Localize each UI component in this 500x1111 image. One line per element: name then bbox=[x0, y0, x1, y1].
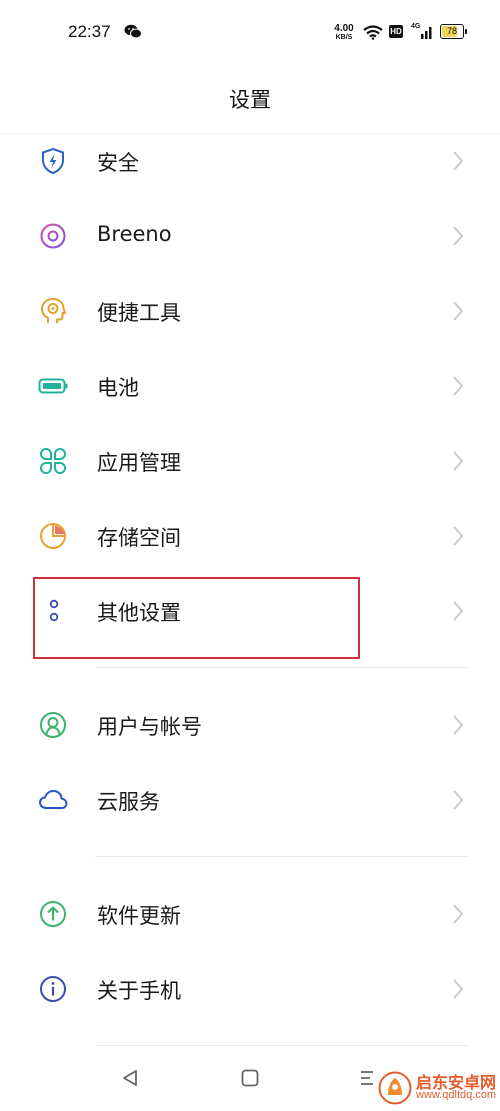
user-account-icon bbox=[40, 712, 66, 738]
breeno-icon bbox=[40, 223, 66, 249]
battery-icon: 78 bbox=[440, 24, 467, 39]
chevron-right-icon bbox=[453, 601, 464, 621]
settings-item-label: 用户与帐号 bbox=[97, 715, 202, 739]
settings-item-user-account[interactable]: 用户与帐号 bbox=[0, 688, 500, 762]
shield-icon bbox=[42, 147, 64, 175]
settings-item-breeno[interactable]: Breeno bbox=[0, 199, 500, 273]
software-update-icon bbox=[40, 901, 66, 927]
watermark-url: www.qdltdq.com bbox=[416, 1089, 497, 1101]
settings-item-label: 电池 bbox=[97, 376, 139, 400]
chevron-right-icon bbox=[453, 301, 464, 321]
convenience-tools-icon bbox=[41, 298, 66, 323]
chevron-right-icon bbox=[453, 526, 464, 546]
page-title: 设置 bbox=[229, 88, 271, 112]
settings-item-label: 存储空间 bbox=[97, 526, 181, 550]
battery-icon bbox=[38, 378, 68, 394]
settings-item-label: 其他设置 bbox=[97, 601, 181, 625]
wechat-icon bbox=[124, 24, 142, 39]
home-icon[interactable] bbox=[240, 1062, 260, 1092]
menu-icon[interactable] bbox=[358, 1062, 378, 1092]
settings-item-cloud[interactable]: 云服务 bbox=[0, 763, 500, 837]
storage-icon bbox=[40, 523, 66, 549]
settings-item-about-phone[interactable]: 关于手机 bbox=[0, 952, 500, 1026]
back-icon[interactable] bbox=[120, 1062, 140, 1092]
settings-item-other-settings[interactable]: 其他设置 bbox=[0, 574, 500, 648]
settings-item-storage[interactable]: 存储空间 bbox=[0, 499, 500, 573]
watermark: 启东安卓网 www.qdltdq.com bbox=[378, 1069, 498, 1107]
settings-item-label: 关于手机 bbox=[97, 979, 181, 1003]
settings-item-label: 应用管理 bbox=[97, 451, 181, 475]
wifi-icon bbox=[363, 25, 383, 40]
status-time: 22:37 bbox=[68, 22, 111, 41]
cloud-icon bbox=[39, 790, 68, 809]
status-bar: 22:37 4.00 KB/S HD 4G 78 bbox=[0, 0, 500, 66]
settings-item-app-management[interactable]: 应用管理 bbox=[0, 424, 500, 498]
settings-item-label: Breeno bbox=[97, 222, 172, 246]
section-divider bbox=[95, 667, 467, 668]
settings-item-label: 云服务 bbox=[97, 790, 160, 814]
about-phone-icon bbox=[40, 976, 66, 1002]
chevron-right-icon bbox=[453, 790, 464, 810]
chevron-right-icon bbox=[453, 226, 464, 246]
settings-item-label: 安全 bbox=[97, 151, 139, 175]
chevron-right-icon bbox=[453, 904, 464, 924]
settings-item-security[interactable]: 安全 bbox=[0, 124, 500, 198]
chevron-right-icon bbox=[453, 715, 464, 735]
chevron-right-icon bbox=[453, 376, 464, 396]
settings-item-label: 软件更新 bbox=[97, 904, 181, 928]
section-divider bbox=[95, 856, 467, 857]
settings-item-software-update[interactable]: 软件更新 bbox=[0, 877, 500, 951]
settings-item-convenience-tools[interactable]: 便捷工具 bbox=[0, 274, 500, 348]
settings-item-battery[interactable]: 电池 bbox=[0, 349, 500, 423]
app-management-icon bbox=[40, 448, 66, 474]
hd-icon: HD bbox=[389, 25, 403, 38]
chevron-right-icon bbox=[453, 979, 464, 999]
chevron-right-icon bbox=[453, 451, 464, 471]
network-speed: 4.00 KB/S bbox=[334, 23, 354, 42]
watermark-logo-icon bbox=[378, 1071, 412, 1105]
chevron-right-icon bbox=[453, 151, 464, 171]
other-settings-icon bbox=[49, 599, 59, 622]
settings-item-label: 便捷工具 bbox=[97, 301, 181, 325]
